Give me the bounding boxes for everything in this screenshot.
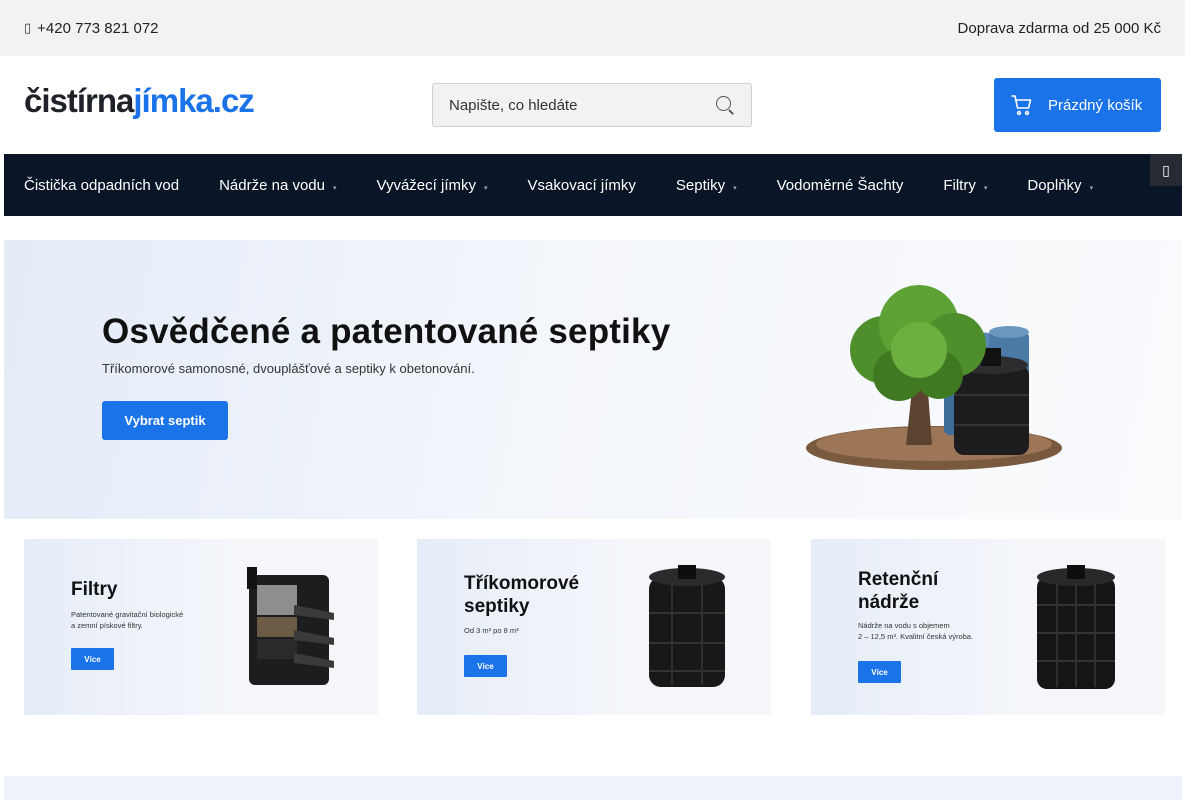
tile-title: Tříkomorové septiky <box>464 573 580 617</box>
phone-contact[interactable]: ▯ +420 773 821 072 <box>24 20 159 37</box>
nav-item-label: Doplňky <box>1027 176 1082 194</box>
phone-icon: ▯ <box>24 20 32 35</box>
nav-item-label: Filtry <box>943 176 976 194</box>
hero-subtitle: Tříkomorové samonosné, dvouplášťové a se… <box>102 361 475 376</box>
retention-tank-image <box>1037 565 1115 689</box>
cart-icon <box>1011 95 1032 116</box>
cart-button[interactable]: Prázdný košík <box>994 78 1161 132</box>
tile-more-button[interactable]: Více <box>858 661 901 683</box>
tile-title: Retenční nádrže <box>858 569 939 613</box>
nav-more-button[interactable]: ▯ <box>1150 154 1182 186</box>
caret-down-icon: ▾ <box>733 185 737 192</box>
septic-product-image <box>649 565 725 687</box>
nav-item-sachty[interactable]: Vodoměrné Šachty <box>777 177 904 194</box>
choose-septic-button[interactable]: Vybrat septik <box>102 401 228 440</box>
nav-item-label: Septiky <box>675 176 726 194</box>
tile-description: Patentované gravitační biologické a zemní… <box>71 610 184 631</box>
logo-text-part1: čistírna <box>24 82 134 119</box>
nav-item-label: Nádrže na vodu <box>219 176 325 194</box>
nav-item-vsakovaci[interactable]: Vsakovací jímky <box>528 177 636 194</box>
nav-item-vyvazeci[interactable]: Vyvážecí jímky ▾ <box>377 177 488 194</box>
caret-down-icon: ▾ <box>983 185 988 192</box>
header: čistírnajímka.cz Prázdný košík <box>0 56 1185 154</box>
nav-item-label: Vsakovací jímky <box>527 176 636 194</box>
search-box <box>432 83 752 127</box>
nav-item-label: Čistička odpadních vod <box>24 176 180 194</box>
tile-retencni[interactable]: Retenční nádrže Nádrže na vodu s objemem 2… <box>811 539 1165 715</box>
more-icon: ▯ <box>1162 161 1170 178</box>
top-bar: ▯ +420 773 821 072 Doprava zdarma od 25 … <box>0 0 1185 56</box>
caret-down-icon: ▾ <box>1089 185 1094 192</box>
tile-more-button[interactable]: Více <box>71 648 114 670</box>
category-tiles: Filtry Patentované gravitační biologické… <box>24 539 1165 715</box>
tile-description: Nádrže na vodu s objemem 2 – 12,5 m³. Kva… <box>858 621 974 642</box>
tile-more-button[interactable]: Více <box>464 655 507 677</box>
tile-description: Od 3 m³ po 8 m³ <box>464 626 519 635</box>
logo-text-part2: jímka.cz <box>133 82 254 119</box>
tile-filtry[interactable]: Filtry Patentované gravitační biologické… <box>24 539 378 715</box>
nav-item-doplnky[interactable]: Doplňky ▾ <box>1027 177 1093 194</box>
free-shipping-notice: Doprava zdarma od 25 000 Kč <box>957 19 1161 37</box>
phone-number[interactable]: +420 773 821 072 <box>37 20 158 37</box>
hero-title: Osvědčené a patentované septiky <box>102 312 671 351</box>
next-section-strip <box>4 776 1182 800</box>
hero-banner[interactable]: Osvědčené a patentované septiky Tříkomor… <box>4 240 1182 519</box>
tile-title: Filtry <box>71 579 118 600</box>
nav-item-cisticka[interactable]: Čistička odpadních vod <box>24 177 179 194</box>
nav-item-label: Vodoměrné Šachty <box>776 176 904 194</box>
main-nav: Čistička odpadních vod Nádrže na vodu ▾ V… <box>4 154 1182 216</box>
site-logo[interactable]: čistírnajímka.cz <box>24 82 255 119</box>
nav-item-nadrze[interactable]: Nádrže na vodu ▾ <box>219 177 336 194</box>
hero-illustration <box>806 285 1062 470</box>
caret-down-icon: ▾ <box>333 185 337 192</box>
nav-item-label: Vyvážecí jímky <box>376 176 476 194</box>
filter-product-image <box>247 567 334 685</box>
tile-trikomorove[interactable]: Tříkomorové septiky Od 3 m³ po 8 m³ Více <box>417 539 771 715</box>
nav-item-filtry[interactable]: Filtry ▾ <box>943 177 987 194</box>
search-input[interactable] <box>449 96 715 114</box>
caret-down-icon: ▾ <box>483 185 488 192</box>
cart-label: Prázdný košík <box>1048 96 1143 114</box>
search-icon[interactable] <box>715 95 735 115</box>
nav-item-septiky[interactable]: Septiky ▾ <box>676 177 737 194</box>
